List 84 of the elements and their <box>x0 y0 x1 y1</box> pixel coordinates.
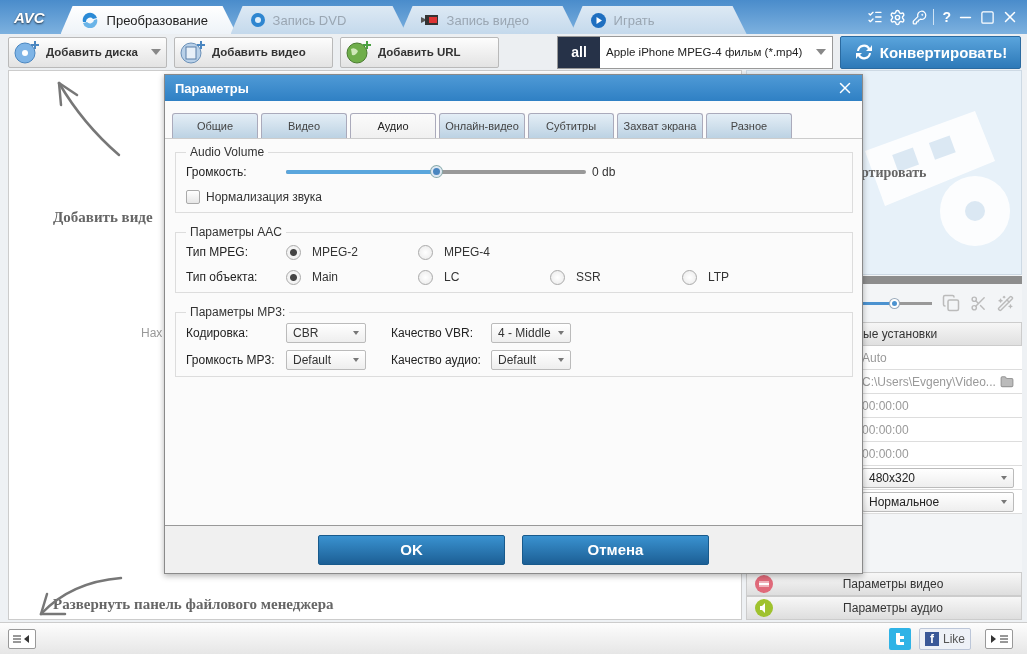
checkbox[interactable] <box>186 190 200 204</box>
dialog-title: Параметры <box>175 80 249 96</box>
setting-value: Auto <box>862 350 887 365</box>
radio-button[interactable] <box>286 269 301 285</box>
expand-panel-hint: Развернуть панель файлового менеджера <box>53 596 335 613</box>
add-button[interactable]: Добавить URL <box>340 36 499 68</box>
group-title: Audio Volume <box>189 145 266 159</box>
camera-icon <box>420 14 439 26</box>
slider-thumb[interactable] <box>431 166 442 177</box>
dialog-tab[interactable]: Видео <box>261 113 347 138</box>
setting-value: C:\Users\Evgeny\Video... <box>862 374 996 389</box>
playlist-button[interactable] <box>985 628 1013 649</box>
caret-icon <box>816 49 826 55</box>
film-add-icon <box>180 40 206 64</box>
find-hint: Нах <box>141 326 163 340</box>
radio-label: SSR <box>576 270 601 284</box>
swirl-icon <box>80 12 99 28</box>
radio-button[interactable] <box>682 269 697 285</box>
disc-add-icon <box>14 40 40 64</box>
add-button[interactable]: Добавить видео <box>174 36 333 68</box>
convert-caption: ртировать <box>861 164 927 181</box>
setting-select[interactable]: 480x320 <box>862 467 1014 488</box>
dialog-tab[interactable]: Онлайн-видео <box>439 113 525 138</box>
dialog-tab[interactable]: Захват экрана <box>617 113 703 138</box>
play-icon <box>590 12 606 28</box>
folder-icon[interactable] <box>1000 374 1014 389</box>
twitter-icon[interactable] <box>889 627 911 650</box>
field-label: Тип MPEG: <box>186 245 249 259</box>
scissors-icon[interactable] <box>970 294 987 312</box>
globe-add-icon <box>346 40 372 64</box>
format-select[interactable]: all Apple iPhone MPEG-4 фильм (*.mp4) <box>557 35 833 69</box>
setting-value: 00:00:00 <box>862 446 909 461</box>
panel-toggle-button[interactable] <box>8 628 36 649</box>
radio-label: MPEG-4 <box>444 245 490 259</box>
settings-icon[interactable] <box>889 8 907 26</box>
maximize-icon[interactable] <box>980 9 995 25</box>
disc-icon <box>250 13 265 27</box>
dropdown[interactable]: Default <box>491 350 571 370</box>
dialog-tab[interactable]: Субтитры <box>528 113 614 138</box>
field-label: Качество аудио: <box>391 353 482 367</box>
field-label: Громкость: <box>186 165 248 179</box>
key-icon[interactable] <box>912 9 928 25</box>
field-label: Тип объекта: <box>186 270 259 284</box>
volume-reading: 0 db <box>592 165 616 179</box>
radio-label: Main <box>312 270 338 284</box>
radio-label: MPEG-2 <box>312 245 358 259</box>
radio-label: LC <box>444 270 460 284</box>
add-video-hint: Добавить виде <box>53 209 154 226</box>
add-button[interactable]: Добавить диска <box>8 36 167 68</box>
radio-button[interactable] <box>286 244 301 260</box>
dropdown[interactable]: 4 - Middle <box>491 323 571 343</box>
dialog-tab[interactable]: Разное <box>706 113 792 138</box>
list-icon[interactable] <box>867 9 884 25</box>
list-collapse-icon <box>12 633 32 644</box>
radio-label: LTP <box>708 270 730 284</box>
copy-icon[interactable] <box>942 294 960 312</box>
dialog-button[interactable]: OK <box>318 534 505 565</box>
radio-button[interactable] <box>418 244 433 260</box>
group-title: Параметры MP3: <box>189 305 287 319</box>
group-title: Параметры AAC <box>189 225 283 239</box>
setting-select[interactable]: Нормальное <box>862 491 1014 512</box>
wand-icon[interactable] <box>997 294 1014 312</box>
refresh-icon <box>853 42 874 62</box>
speaker-icon <box>755 599 773 617</box>
checkbox-label: Нормализация звука <box>206 190 323 204</box>
radio-button[interactable] <box>418 269 433 285</box>
field-label: Качество VBR: <box>391 326 475 340</box>
setting-value: 00:00:00 <box>862 398 909 413</box>
dropdown[interactable]: Default <box>286 350 366 370</box>
play-list-icon <box>989 633 1009 644</box>
dialog-button[interactable]: Отмена <box>522 534 709 565</box>
format-badge: all <box>558 36 600 68</box>
like-button[interactable]: f Like <box>919 627 971 650</box>
dialog-tab[interactable]: Общие <box>172 113 258 138</box>
dialog-tab[interactable]: Аудио <box>350 113 436 138</box>
settings-section[interactable]: Параметры аудио <box>746 596 1022 620</box>
field-label: Громкость MP3: <box>186 353 276 367</box>
radio-button[interactable] <box>550 269 565 285</box>
convert-button[interactable]: Конвертировать! <box>840 35 1021 69</box>
dropdown[interactable]: CBR <box>286 323 366 343</box>
settings-section[interactable]: Параметры видео <box>746 572 1022 596</box>
field-label: Кодировка: <box>186 326 250 340</box>
setting-value: 00:00:00 <box>862 422 909 437</box>
app-logo: AVC <box>14 8 45 26</box>
